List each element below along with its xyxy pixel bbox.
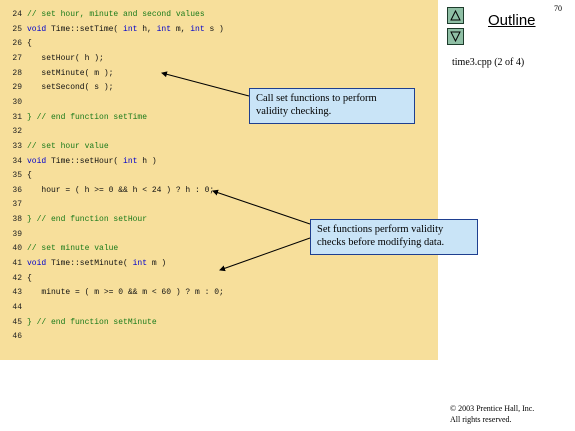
arrow-to-minute-check	[219, 237, 311, 272]
copyright-line-2: All rights reserved.	[450, 415, 512, 424]
previous-slide-button[interactable]	[447, 7, 464, 24]
next-slide-button[interactable]	[447, 28, 464, 45]
arrow-to-set-calls	[161, 71, 250, 97]
copyright: © 2003 Prentice Hall, Inc. All rights re…	[450, 403, 534, 425]
file-label: time3.cpp (2 of 4)	[452, 57, 525, 68]
arrow-to-hour-check	[212, 189, 311, 225]
page-number: 70	[554, 4, 562, 13]
triangle-up-icon	[450, 9, 461, 21]
copyright-line-1: © 2003 Prentice Hall, Inc.	[450, 404, 535, 413]
outline-link[interactable]: Outline	[488, 12, 536, 29]
triangle-down-icon	[450, 31, 461, 43]
